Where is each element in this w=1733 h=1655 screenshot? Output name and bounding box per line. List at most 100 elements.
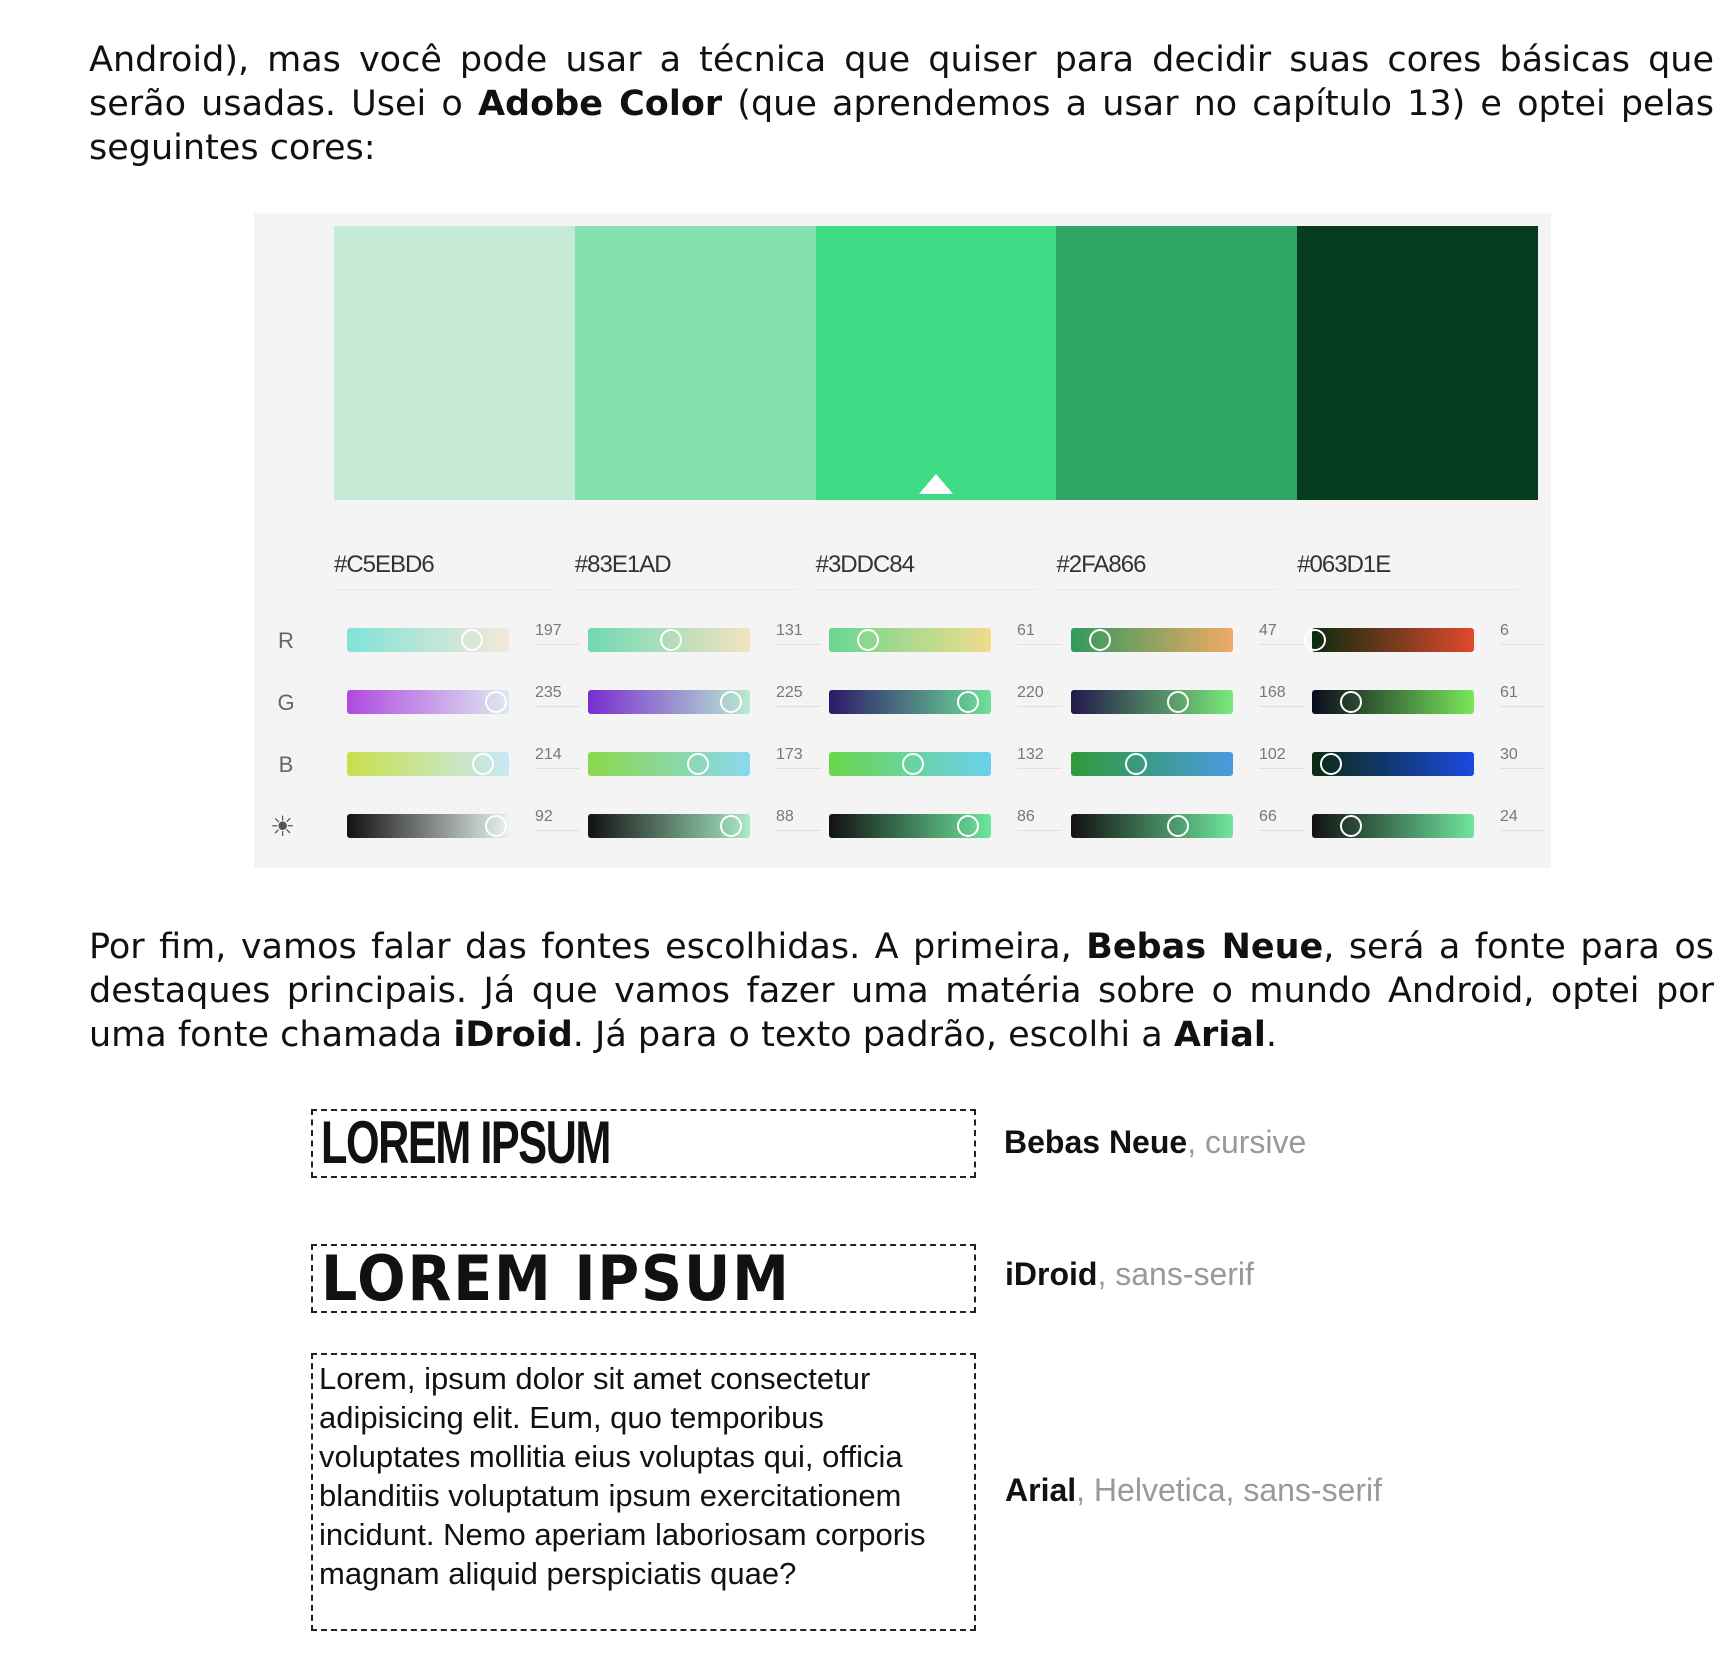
fonts-bold-idroid: iDroid — [453, 1015, 573, 1055]
slider-track[interactable] — [1071, 690, 1233, 714]
slider-track[interactable] — [347, 628, 509, 652]
slider-value[interactable]: 173 — [776, 746, 821, 769]
idroid-font-name: iDroid — [1005, 1256, 1098, 1292]
hex-codes: #C5EBD6 #83E1AD #3DDC84 #2FA866 #063D1E — [334, 551, 1538, 590]
slider-track[interactable] — [829, 752, 991, 776]
slider-r-5: 6 — [1304, 622, 1553, 658]
slider-value[interactable]: 168 — [1259, 684, 1304, 707]
slider-handle[interactable] — [1166, 815, 1189, 837]
slider-g-4: 168 — [1071, 684, 1312, 720]
slider-handle[interactable] — [957, 691, 980, 713]
slider-handle[interactable] — [485, 691, 508, 713]
slider-value[interactable]: 131 — [776, 622, 821, 645]
slider-b-2: 173 — [588, 746, 829, 782]
slider-handle[interactable] — [1304, 629, 1327, 651]
slider-track[interactable] — [347, 752, 509, 776]
slider-handle[interactable] — [1166, 691, 1189, 713]
slider-handle[interactable] — [485, 815, 508, 837]
idroid-font-stack: , sans-serif — [1097, 1256, 1254, 1292]
slider-track[interactable] — [588, 690, 750, 714]
slider-handle[interactable] — [1089, 629, 1112, 651]
slider-value[interactable]: 92 — [535, 808, 580, 831]
slider-track[interactable] — [1071, 628, 1233, 652]
slider-value[interactable]: 235 — [535, 684, 580, 707]
slider-handle[interactable] — [659, 629, 682, 651]
slider-value[interactable]: 220 — [1017, 684, 1062, 707]
slider-track[interactable] — [588, 752, 750, 776]
slider-handle[interactable] — [472, 753, 495, 775]
color-swatches — [334, 226, 1538, 500]
fonts-text-1: Por fim, vamos falar das fontes escolhid… — [89, 927, 1087, 967]
slider-b-5: 30 — [1312, 746, 1553, 782]
slider-value[interactable]: 197 — [535, 622, 580, 645]
hex-code-1[interactable]: #C5EBD6 — [334, 551, 555, 590]
slider-track[interactable] — [829, 814, 991, 838]
arial-sample-text: Lorem, ipsum dolor sit amet consectetur … — [319, 1361, 926, 1591]
slider-handle[interactable] — [687, 753, 710, 775]
slider-handle[interactable] — [460, 629, 483, 651]
fonts-paragraph: Por fim, vamos falar das fontes escolhid… — [89, 925, 1714, 1057]
slider-r-2: 131 — [588, 622, 829, 658]
slider-track[interactable] — [1071, 814, 1233, 838]
slider-value[interactable]: 86 — [1017, 808, 1062, 831]
slider-handle[interactable] — [719, 815, 742, 837]
hex-code-2[interactable]: #83E1AD — [574, 551, 796, 590]
slider-track[interactable] — [347, 814, 509, 838]
slider-value[interactable]: 132 — [1017, 746, 1062, 769]
bebas-font-name: Bebas Neue — [1004, 1124, 1188, 1160]
slider-handle[interactable] — [856, 629, 879, 651]
slider-handle[interactable] — [1339, 815, 1362, 837]
slider-value[interactable]: 61 — [1017, 622, 1062, 645]
slider-bri-5: 24 — [1312, 808, 1553, 844]
slider-handle[interactable] — [1124, 753, 1147, 775]
slider-g-5: 61 — [1312, 684, 1553, 720]
slider-value[interactable]: 225 — [776, 684, 821, 707]
slider-track[interactable] — [829, 690, 991, 714]
slider-track[interactable] — [1071, 752, 1233, 776]
slider-value[interactable]: 6 — [1500, 622, 1545, 645]
slider-value[interactable]: 102 — [1259, 746, 1304, 769]
slider-value[interactable]: 30 — [1500, 746, 1545, 769]
slider-handle[interactable] — [957, 815, 980, 837]
slider-track[interactable] — [1312, 690, 1474, 714]
fonts-bold-bebas: Bebas Neue — [1086, 927, 1324, 967]
slider-track[interactable] — [1312, 752, 1474, 776]
hex-code-3[interactable]: #3DDC84 — [815, 551, 1037, 590]
fonts-bold-arial: Arial — [1173, 1015, 1266, 1055]
slider-track[interactable] — [588, 814, 750, 838]
adobe-color-palette: #C5EBD6 #83E1AD #3DDC84 #2FA866 #063D1E … — [254, 213, 1551, 868]
slider-bri-3: 86 — [829, 808, 1070, 844]
slider-handle[interactable] — [1320, 753, 1343, 775]
hex-code-5[interactable]: #063D1E — [1297, 551, 1518, 590]
slider-g-1: 235 — [347, 684, 588, 720]
slider-value[interactable]: 66 — [1259, 808, 1304, 831]
channel-sliders: R 197 131 61 47 6 G 235 225 220 168 61 B 214 173 132 102… — [254, 622, 1553, 876]
swatch-4[interactable] — [1056, 226, 1298, 500]
slider-r-1: 197 — [347, 622, 588, 658]
slider-track[interactable] — [1304, 628, 1474, 652]
slider-g-3: 220 — [829, 684, 1070, 720]
slider-handle[interactable] — [719, 691, 742, 713]
hex-code-4[interactable]: #2FA866 — [1056, 551, 1278, 590]
swatch-5[interactable] — [1297, 226, 1538, 500]
idroid-sample-text: LOREM IPSUM — [321, 1242, 791, 1315]
fonts-text-3: . Já para o texto padrão, escolhi a — [572, 1015, 1174, 1055]
bebas-font-label: Bebas Neue, cursive — [1004, 1124, 1306, 1161]
slider-value[interactable]: 88 — [776, 808, 821, 831]
slider-track[interactable] — [588, 628, 750, 652]
slider-r-3: 61 — [829, 622, 1070, 658]
slider-handle[interactable] — [1339, 691, 1362, 713]
idroid-font-label: iDroid, sans-serif — [1005, 1256, 1254, 1293]
slider-value[interactable]: 214 — [535, 746, 580, 769]
swatch-3[interactable] — [815, 226, 1057, 500]
slider-value[interactable]: 24 — [1500, 808, 1545, 831]
slider-track[interactable] — [347, 690, 509, 714]
slider-track[interactable] — [829, 628, 991, 652]
swatch-1[interactable] — [334, 226, 575, 500]
slider-value[interactable]: 47 — [1259, 622, 1304, 645]
channel-label-r: R — [278, 628, 294, 653]
swatch-2[interactable] — [574, 226, 816, 500]
slider-value[interactable]: 61 — [1500, 684, 1545, 707]
slider-track[interactable] — [1312, 814, 1474, 838]
slider-handle[interactable] — [902, 753, 925, 775]
